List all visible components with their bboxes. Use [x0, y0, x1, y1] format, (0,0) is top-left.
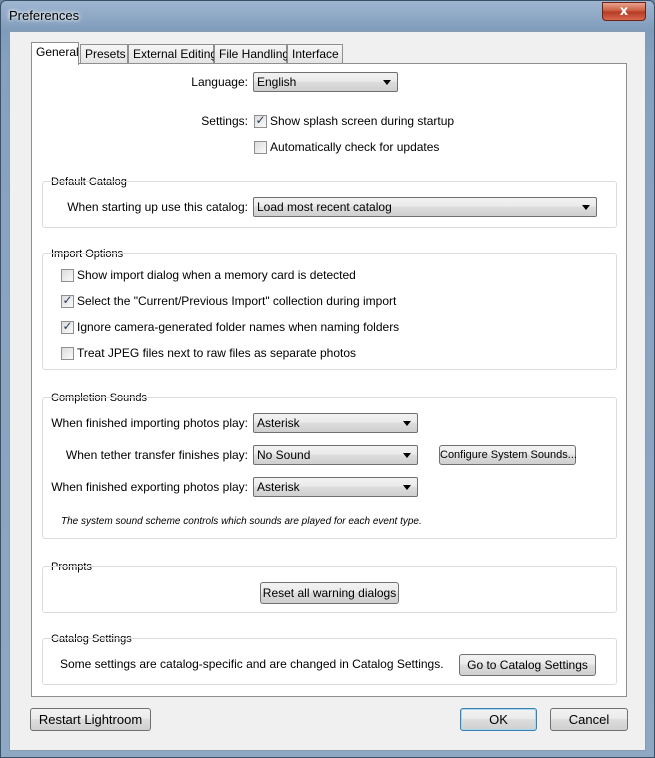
treat-jpeg-label: Treat JPEG files next to raw files as se… [77, 346, 357, 360]
tab-external-editing[interactable]: External Editing [128, 44, 217, 64]
tether-sound-label: When tether transfer finishes play: [65, 448, 248, 462]
splash-label: Show splash screen during startup [270, 114, 455, 128]
default-catalog-select[interactable]: Load most recent catalog [253, 197, 597, 217]
settings-label: Settings: [201, 114, 248, 128]
tether-sound-value: No Sound [257, 448, 311, 462]
ok-button[interactable]: OK [460, 708, 537, 731]
select-import-collection-label: Select the "Current/Previous Import" col… [77, 294, 397, 308]
checkbox-box[interactable]: ✓ [61, 319, 74, 334]
tab-file-handling[interactable]: File Handling [214, 44, 289, 64]
check-mark-icon: ✓ [62, 319, 73, 333]
cancel-button[interactable]: Cancel [550, 708, 628, 731]
updates-label: Automatically check for updates [270, 140, 440, 154]
general-panel: Language: English Settings: ✓ Show splas… [31, 63, 627, 697]
go-to-catalog-settings-button[interactable]: Go to Catalog Settings [459, 654, 596, 676]
chevron-down-icon [582, 205, 590, 210]
check-mark-icon: ✓ [62, 293, 73, 307]
importing-sound-value: Asterisk [257, 416, 300, 430]
default-catalog-value: Load most recent catalog [257, 200, 392, 214]
check-mark-icon: ✓ [255, 113, 266, 127]
import-dialog-label: Show import dialog when a memory card is… [77, 268, 356, 282]
sound-scheme-note: The system sound scheme controls which s… [61, 516, 422, 527]
restart-lightroom-button[interactable]: Restart Lightroom [30, 708, 151, 731]
tab-interface[interactable]: Interface [287, 44, 343, 64]
checkbox-box[interactable] [254, 141, 267, 154]
language-value: English [257, 75, 297, 89]
chevron-down-icon [403, 421, 411, 426]
language-select[interactable]: English [253, 72, 398, 92]
importing-sound-select[interactable]: Asterisk [253, 413, 418, 433]
chevron-down-icon [403, 453, 411, 458]
tether-sound-select[interactable]: No Sound [253, 445, 418, 465]
tab-presets[interactable]: Presets [80, 44, 128, 64]
chevron-down-icon [403, 485, 411, 490]
title-bar[interactable]: Preferences x [1, 1, 654, 31]
dialog-body: General Presets External Editing File Ha… [9, 31, 646, 751]
checkbox-box[interactable] [61, 347, 74, 360]
close-button[interactable]: x [602, 2, 646, 21]
tab-general[interactable]: General [31, 42, 79, 65]
chevron-down-icon [383, 80, 391, 85]
checkbox-box[interactable] [61, 269, 74, 282]
exporting-sound-label: When finished exporting photos play: [51, 480, 248, 494]
default-catalog-label: When starting up use this catalog: [67, 200, 248, 214]
language-label: Language: [191, 75, 248, 89]
reset-warning-dialogs-button[interactable]: Reset all warning dialogs [260, 582, 399, 604]
window-title: Preferences [9, 8, 80, 23]
checkbox-box[interactable]: ✓ [254, 113, 267, 128]
configure-system-sounds-button[interactable]: Configure System Sounds... [439, 445, 577, 465]
close-icon: x [619, 4, 629, 19]
exporting-sound-value: Asterisk [257, 480, 300, 494]
ignore-folder-names-label: Ignore camera-generated folder names whe… [77, 320, 400, 334]
exporting-sound-select[interactable]: Asterisk [253, 477, 418, 497]
checkbox-box[interactable]: ✓ [61, 293, 74, 308]
preferences-window: Preferences x General Presets External E… [0, 0, 655, 758]
catalog-settings-text: Some settings are catalog-specific and a… [60, 657, 444, 671]
importing-sound-label: When finished importing photos play: [51, 416, 248, 430]
